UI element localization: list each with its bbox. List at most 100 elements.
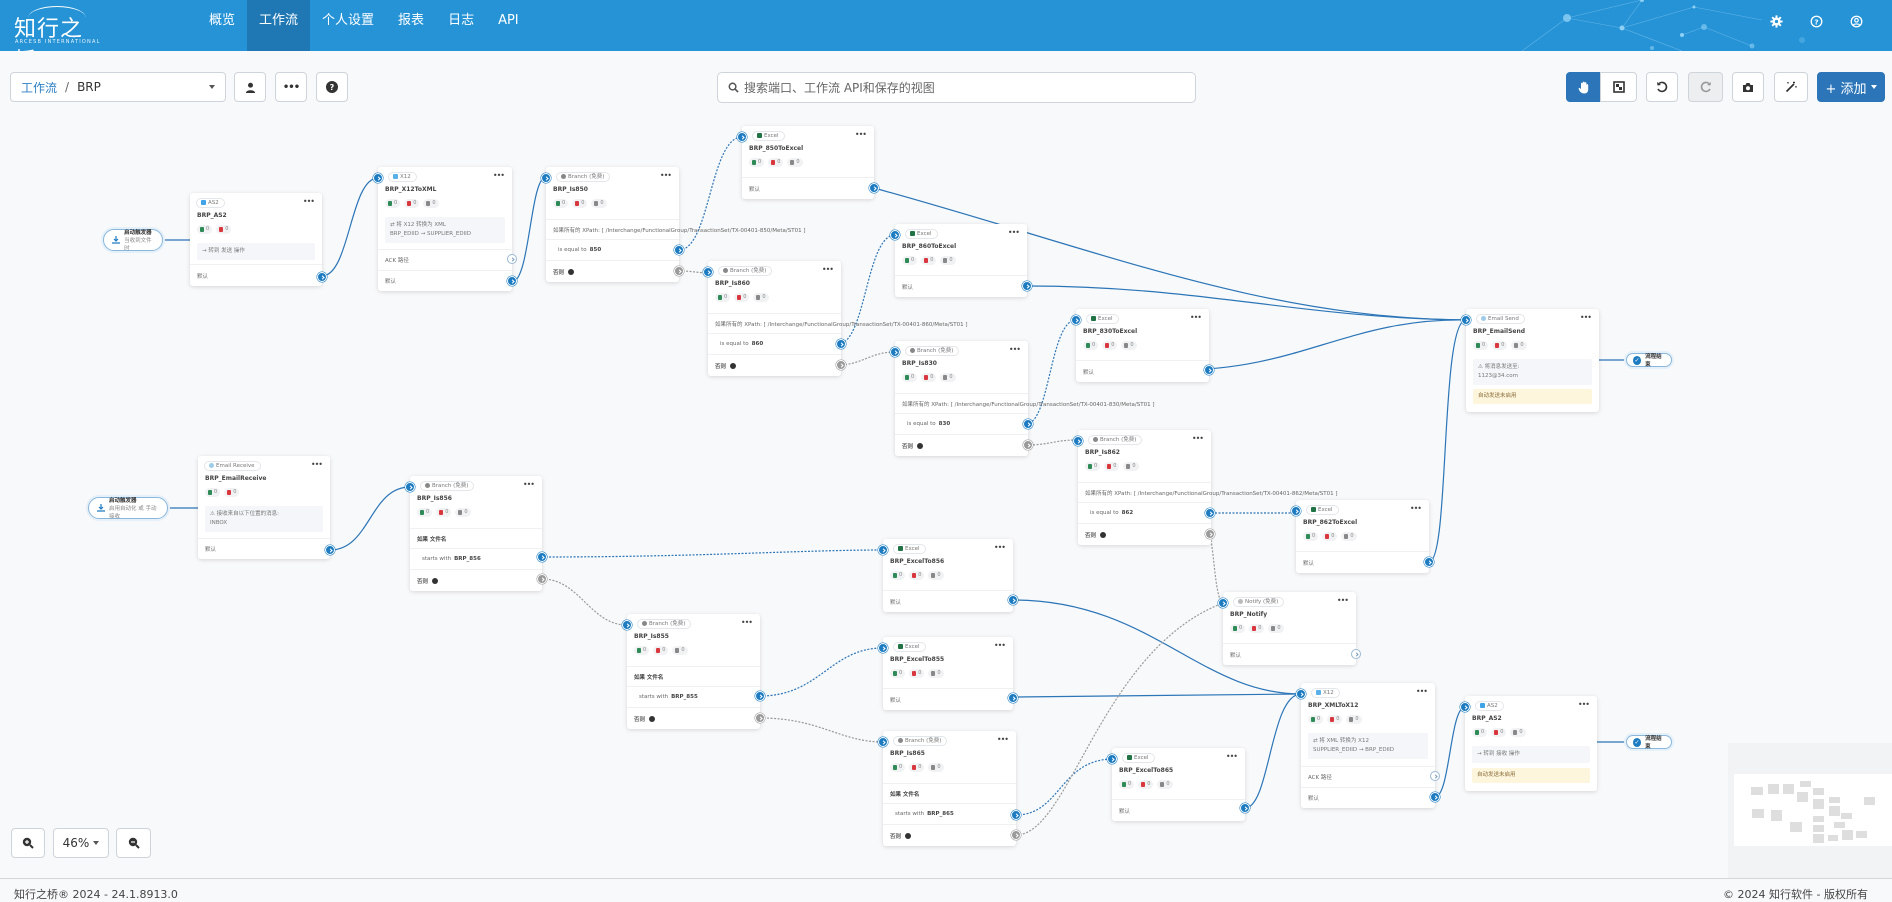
start-trigger-email[interactable]: 启动触发器 启用自动化 或 手动接收 xyxy=(88,497,168,520)
output-port[interactable] xyxy=(507,276,517,286)
node-brp-is865[interactable]: Branch (免费) ••• BRP_Is865 000 如果 文件名 sta… xyxy=(878,731,1021,846)
input-port[interactable] xyxy=(541,173,551,183)
output-port[interactable] xyxy=(1351,649,1361,659)
node-brp-is860[interactable]: Branch (免费) ••• BRP_Is860 000 如果所有的 XPat… xyxy=(703,261,968,376)
else-output-port[interactable] xyxy=(755,713,765,723)
node-menu-button[interactable]: ••• xyxy=(994,641,1006,650)
input-port[interactable] xyxy=(1461,315,1471,325)
logo[interactable]: 知行之桥 ARCESB INTERNATIONAL xyxy=(14,6,104,51)
node-menu-button[interactable]: ••• xyxy=(1009,345,1021,354)
node-menu-button[interactable]: ••• xyxy=(741,618,753,627)
node-brp-is862[interactable]: Branch (免费) ••• BRP_Is862 000 如果所有的 XPat… xyxy=(1073,430,1338,545)
output-port[interactable] xyxy=(317,272,327,282)
input-port[interactable] xyxy=(1291,506,1301,516)
node-brp-notify[interactable]: Notify (免费) ••• BRP_Notify 000 默认 xyxy=(1218,592,1361,665)
case-output-port[interactable] xyxy=(836,339,846,349)
input-port[interactable] xyxy=(1073,436,1083,446)
output-port[interactable] xyxy=(1022,281,1032,291)
flow-end[interactable]: ✓ 流程结束 xyxy=(1626,353,1672,368)
input-port[interactable] xyxy=(878,643,888,653)
input-port[interactable] xyxy=(878,545,888,555)
zoom-out-button[interactable] xyxy=(116,828,151,858)
permissions-button[interactable] xyxy=(234,72,266,102)
select-mode-button[interactable] xyxy=(1600,72,1637,102)
flow-end[interactable]: ✓ 流程结束 xyxy=(1626,735,1672,750)
minimap[interactable] xyxy=(1728,743,1892,878)
redo-button[interactable] xyxy=(1688,72,1723,102)
node-brp-830toexcel[interactable]: Excel ••• BRP_830ToExcel 000 默认 xyxy=(1071,309,1214,382)
output-port[interactable] xyxy=(325,545,335,555)
node-brp-excelto856[interactable]: Excel ••• BRP_ExcelTo856 000 默认 xyxy=(878,539,1018,612)
nav-settings[interactable]: 个人设置 xyxy=(310,0,386,51)
node-brp-xmltox12[interactable]: X12 ••• BRP_XMLToX12 000 ⇄ 将 XML 转换为 X12… xyxy=(1296,683,1440,808)
workflow-breadcrumb-select[interactable]: 工作流 / BRP xyxy=(10,72,226,102)
input-port[interactable] xyxy=(622,620,632,630)
user-icon[interactable] xyxy=(1836,0,1876,42)
help-button[interactable]: ? xyxy=(316,72,348,102)
input-port[interactable] xyxy=(703,267,713,277)
node-brp-x12toxml[interactable]: X12 ••• BRP_X12ToXML 000 ⇄ 将 X12 转换为 XML… xyxy=(373,167,517,291)
else-output-port[interactable] xyxy=(1205,529,1215,539)
node-brp-excelto855[interactable]: Excel ••• BRP_ExcelTo855 000 默认 xyxy=(878,637,1018,710)
output-port[interactable] xyxy=(1424,557,1434,567)
nav-workflow[interactable]: 工作流 xyxy=(247,0,311,51)
node-brp-862toexcel[interactable]: Excel ••• BRP_862ToExcel 000 默认 xyxy=(1291,500,1434,573)
node-brp-is850[interactable]: Branch (免费) ••• BRP_Is850 000 如果所有的 XPat… xyxy=(541,167,806,282)
case-output-port[interactable] xyxy=(755,691,765,701)
add-button[interactable]: + 添加 xyxy=(1817,72,1885,102)
node-brp-is856[interactable]: Branch (免费) ••• BRP_Is856 000 如果 文件名 sta… xyxy=(405,476,547,591)
output-port[interactable] xyxy=(1430,792,1440,802)
node-brp-emailreceive[interactable]: Email Receive ••• BRP_EmailReceive 00 ⚠ … xyxy=(198,456,335,559)
node-menu-button[interactable]: ••• xyxy=(822,265,834,274)
input-port[interactable] xyxy=(878,737,888,747)
more-button[interactable]: ••• xyxy=(275,72,307,102)
output-port[interactable] xyxy=(869,183,879,193)
case-output-port[interactable] xyxy=(1205,508,1215,518)
node-brp-as2-outbound[interactable]: AS2 ••• BRP_AS2 000 → 转到 接收 操作 自动发送未启用 xyxy=(1460,696,1597,791)
else-output-port[interactable] xyxy=(537,574,547,584)
node-brp-excelto865[interactable]: Excel ••• BRP_ExcelTo865 000 默认 xyxy=(1107,748,1250,821)
node-brp-emailsend[interactable]: Email Send ••• BRP_EmailSend 000 ⚠ 将消息发送… xyxy=(1461,309,1599,412)
nav-logs[interactable]: 日志 xyxy=(436,0,486,51)
case-output-port[interactable] xyxy=(537,552,547,562)
input-port[interactable] xyxy=(1218,598,1228,608)
pan-mode-button[interactable] xyxy=(1566,72,1601,102)
node-menu-button[interactable]: ••• xyxy=(303,197,315,206)
minimap-viewport[interactable] xyxy=(1734,774,1892,846)
node-menu-button[interactable]: ••• xyxy=(1578,700,1590,709)
else-output-port[interactable] xyxy=(836,360,846,370)
case-output-port[interactable] xyxy=(674,245,684,255)
input-port[interactable] xyxy=(1460,702,1470,712)
auto-layout-button[interactable] xyxy=(1774,72,1808,102)
output-port[interactable] xyxy=(1204,365,1214,375)
node-menu-button[interactable]: ••• xyxy=(1410,504,1422,513)
nav-api[interactable]: API xyxy=(486,0,531,51)
node-menu-button[interactable]: ••• xyxy=(493,171,505,180)
ack-output-port[interactable] xyxy=(1430,771,1440,781)
node-menu-button[interactable]: ••• xyxy=(1190,313,1202,322)
screenshot-button[interactable] xyxy=(1732,72,1764,102)
else-output-port[interactable] xyxy=(1023,440,1033,450)
output-port[interactable] xyxy=(1008,693,1018,703)
case-output-port[interactable] xyxy=(1023,419,1033,429)
node-menu-button[interactable]: ••• xyxy=(311,460,323,469)
node-menu-button[interactable]: ••• xyxy=(1580,313,1592,322)
node-menu-button[interactable]: ••• xyxy=(660,171,672,180)
input-port[interactable] xyxy=(890,230,900,240)
node-menu-button[interactable]: ••• xyxy=(997,735,1009,744)
input-port[interactable] xyxy=(1296,689,1306,699)
case-output-port[interactable] xyxy=(1011,810,1021,820)
start-trigger-file[interactable]: 启动触发器 当收到文件时 xyxy=(103,229,163,252)
else-output-port[interactable] xyxy=(1011,830,1021,840)
input-port[interactable] xyxy=(890,347,900,357)
breadcrumb-root[interactable]: 工作流 xyxy=(21,79,57,96)
input-port[interactable] xyxy=(373,173,383,183)
gear-icon[interactable] xyxy=(1756,0,1796,42)
node-menu-button[interactable]: ••• xyxy=(1416,687,1428,696)
undo-button[interactable] xyxy=(1646,72,1678,102)
node-brp-is830[interactable]: Branch (免费) ••• BRP_Is830 000 如果所有的 XPat… xyxy=(890,341,1155,456)
zoom-in-button[interactable] xyxy=(11,828,45,858)
nav-reports[interactable]: 报表 xyxy=(386,0,436,51)
node-menu-button[interactable]: ••• xyxy=(1337,596,1349,605)
else-output-port[interactable] xyxy=(674,266,684,276)
